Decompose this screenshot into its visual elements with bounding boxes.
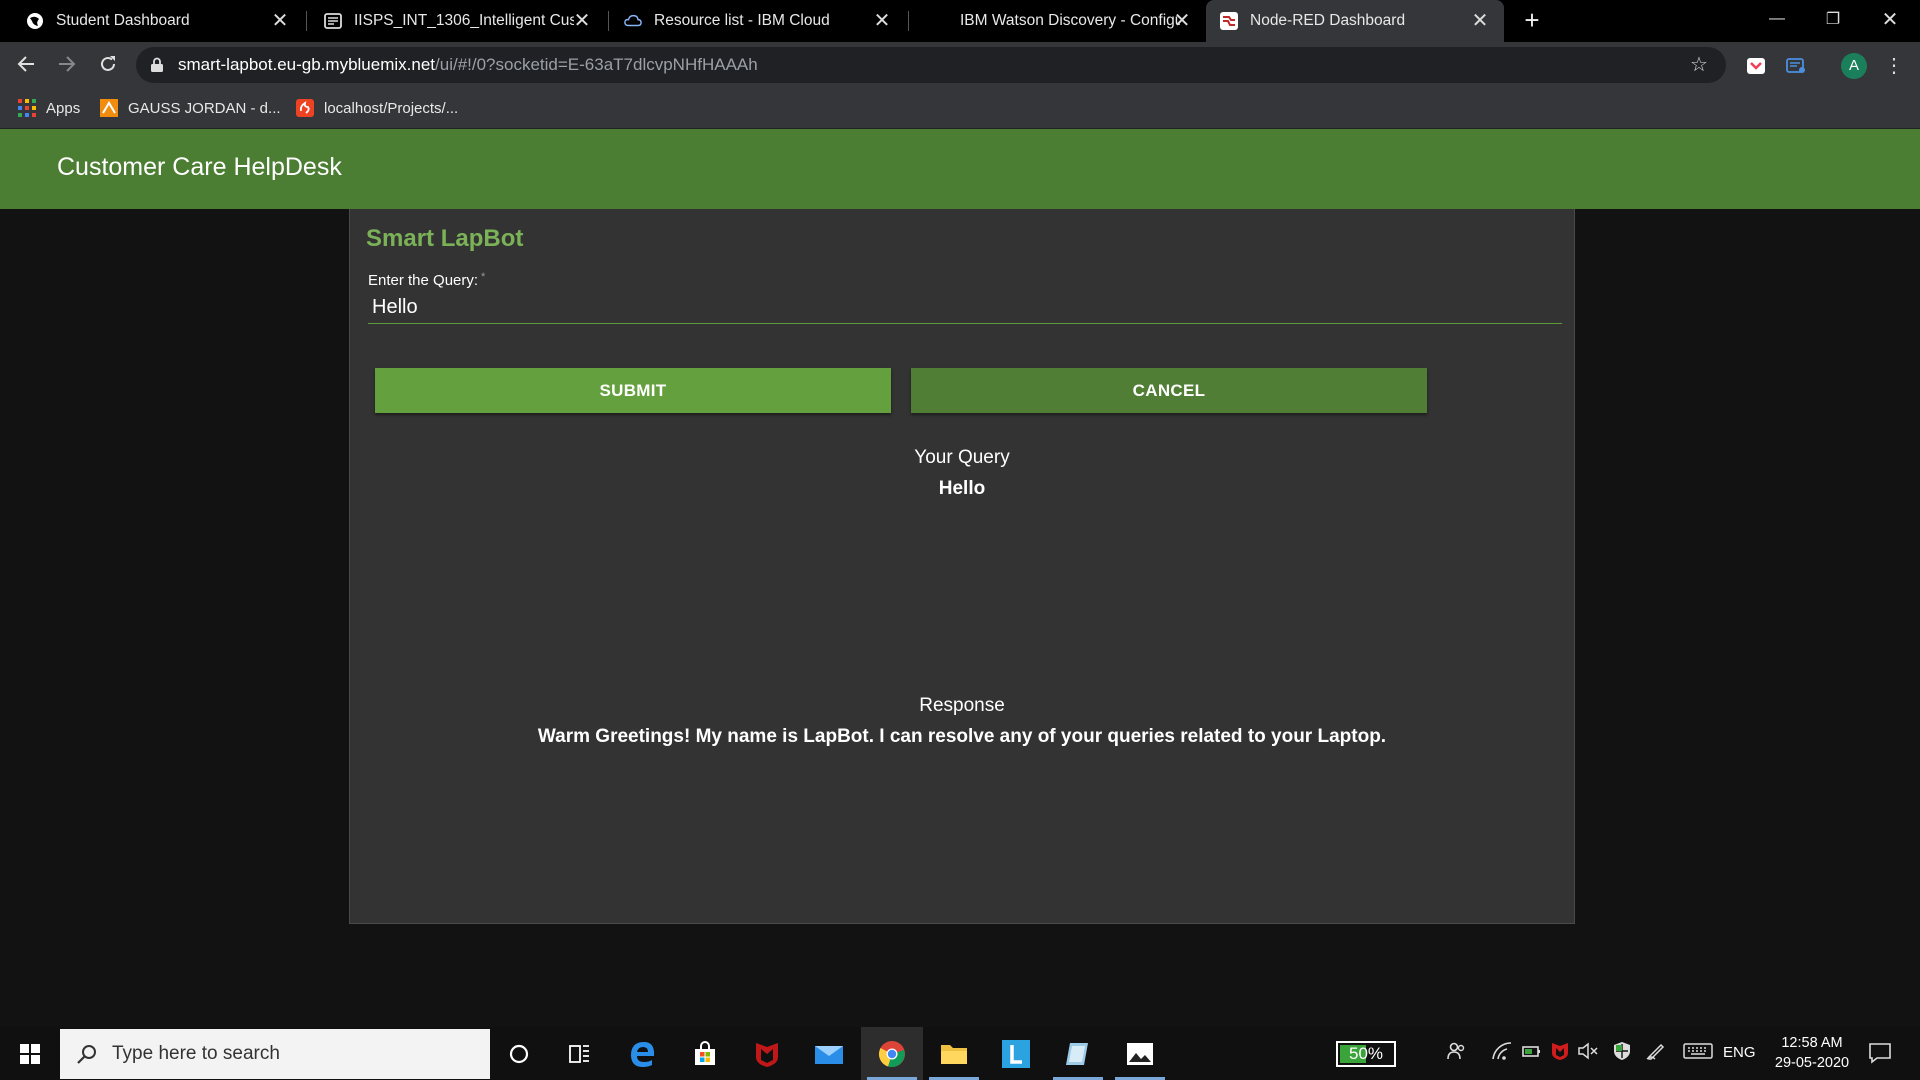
clock-date: 29-05-2020 [1774,1055,1850,1071]
wifi-icon[interactable] [1490,1041,1514,1065]
app-header: Customer Care HelpDesk [0,129,1920,209]
cloud-icon [624,12,642,30]
mcafee-icon[interactable] [736,1027,798,1080]
defender-shield-icon[interactable] [1610,1041,1634,1065]
tab-label: Student Dashboard [56,12,190,29]
edge-browser-icon[interactable] [612,1027,674,1080]
task-view-icon[interactable] [549,1027,611,1080]
minimize-icon[interactable]: — [1749,0,1805,38]
tab-label: Resource list - IBM Cloud [654,12,830,29]
tab-resource-list[interactable]: Resource list - IBM Cloud ✕ [598,0,906,42]
close-icon[interactable]: ✕ [572,11,592,31]
response-label: Response [919,695,1005,716]
tab-student-dashboard[interactable]: Student Dashboard ✕ [0,0,304,42]
close-window-icon[interactable]: ✕ [1862,0,1918,38]
battery-indicator[interactable]: 50% [1336,1041,1396,1067]
query-input[interactable] [368,291,1562,324]
people-icon[interactable] [1444,1041,1468,1065]
tab-watson-discovery[interactable]: IBM Watson Discovery - Configur ✕ [904,0,1206,42]
tab-node-red-dashboard[interactable]: Node-RED Dashboard ✕ [1206,0,1504,42]
tab-label: Node-RED Dashboard [1250,12,1406,29]
clock-time: 12:58 AM [1781,1035,1843,1051]
pen-workspace-icon[interactable] [1644,1041,1668,1065]
pocket-extension-icon[interactable] [1745,55,1767,77]
page-viewport: Customer Care HelpDesk Smart LapBot Ente… [0,129,1920,1027]
close-icon[interactable]: ✕ [1172,11,1192,31]
tab-iisps-int[interactable]: IISPS_INT_1306_Intelligent Custo ✕ [298,0,606,42]
search-placeholder: Type here to search [112,1043,280,1064]
chrome-icon[interactable] [861,1027,923,1080]
browser-tab-bar: Student Dashboard ✕ IISPS_INT_1306_Intel… [0,0,1920,42]
browser-toolbar: smart-lapbot.eu-gb.mybluemix.net/ui/#!/0… [0,42,1920,88]
file-explorer-icon[interactable] [923,1027,985,1080]
battery-percent: 50% [1348,1044,1384,1063]
tab-label: IBM Watson Discovery - Configur [960,12,1180,29]
apps-grid-icon [18,99,36,117]
query-field-label: Enter the Query: [368,272,479,289]
codeigniter-icon [296,99,314,117]
response-value: Warm Greetings! My name is LapBot. I can… [537,726,1387,747]
mail-icon[interactable] [798,1027,860,1080]
close-icon[interactable]: ✕ [872,11,892,31]
cancel-button[interactable]: CANCEL [911,368,1427,413]
bookmark-gauss-jordan[interactable]: GAUSS JORDAN - d... [100,97,281,119]
your-query-value: Hello [938,478,986,499]
back-arrow-icon[interactable] [14,54,38,78]
card-title: Smart LapBot [366,225,524,252]
forward-arrow-icon[interactable] [55,54,79,78]
globe-icon [26,12,44,30]
windows-start-icon[interactable] [0,1027,60,1080]
touch-keyboard-icon[interactable] [1683,1041,1713,1065]
lapbot-card: Smart LapBot Enter the Query: * SUBMIT C… [349,209,1575,924]
windows-taskbar: Type here to search 50% ENG 12:58 AM 29-… [0,1027,1920,1080]
microsoft-store-icon[interactable] [674,1027,736,1080]
bookmark-label: localhost/Projects/... [324,99,459,117]
url-text: smart-lapbot.eu-gb.mybluemix.net/ui/#!/0… [178,55,758,74]
bookmark-localhost-projects[interactable]: localhost/Projects/... [296,97,458,119]
submit-button[interactable]: SUBMIT [375,368,891,413]
required-marker: * [481,271,486,283]
more-menu-icon[interactable]: ⋮ [1884,54,1904,78]
tablet-app-icon[interactable] [1047,1027,1109,1080]
cortana-icon[interactable] [488,1027,550,1080]
bookmark-label: Apps [46,99,81,117]
bookmarks-bar: Apps GAUSS JORDAN - d... localhost/Proje… [0,88,1920,129]
close-icon[interactable]: ✕ [1470,11,1490,31]
profile-avatar[interactable]: A [1841,53,1867,79]
lock-icon[interactable] [150,57,166,73]
document-icon [324,12,342,30]
notification-center-icon[interactable] [1868,1041,1894,1067]
your-query-label: Your Query [914,447,1010,468]
watson-icon [930,12,948,30]
address-bar[interactable]: smart-lapbot.eu-gb.mybluemix.net/ui/#!/0… [136,47,1726,83]
reader-extension-icon[interactable] [1785,55,1807,77]
input-language[interactable]: ENG [1723,1044,1756,1061]
bookmark-label: GAUSS JORDAN - d... [128,99,281,117]
battery-saver-icon[interactable] [1520,1041,1544,1065]
node-red-icon [1220,12,1238,30]
system-clock[interactable]: 12:58 AM 29-05-2020 [1762,1033,1862,1073]
gauss-icon [100,99,118,117]
l-app-icon[interactable] [985,1027,1047,1080]
bookmark-apps[interactable]: Apps [18,97,80,119]
speaker-muted-icon[interactable] [1576,1041,1600,1065]
mcafee-tray-icon[interactable] [1548,1041,1572,1065]
photos-icon[interactable] [1109,1027,1171,1080]
close-icon[interactable]: ✕ [270,11,290,31]
page-title: Customer Care HelpDesk [57,153,342,181]
tab-label: IISPS_INT_1306_Intelligent Custo [354,12,574,29]
search-icon [76,1043,98,1065]
taskbar-search-box[interactable]: Type here to search [60,1029,490,1079]
new-tab-plus-icon[interactable]: + [1520,7,1544,33]
bookmark-star-icon[interactable]: ☆ [1690,55,1710,75]
reload-icon[interactable] [96,54,120,78]
restore-icon[interactable]: ❐ [1805,0,1861,38]
